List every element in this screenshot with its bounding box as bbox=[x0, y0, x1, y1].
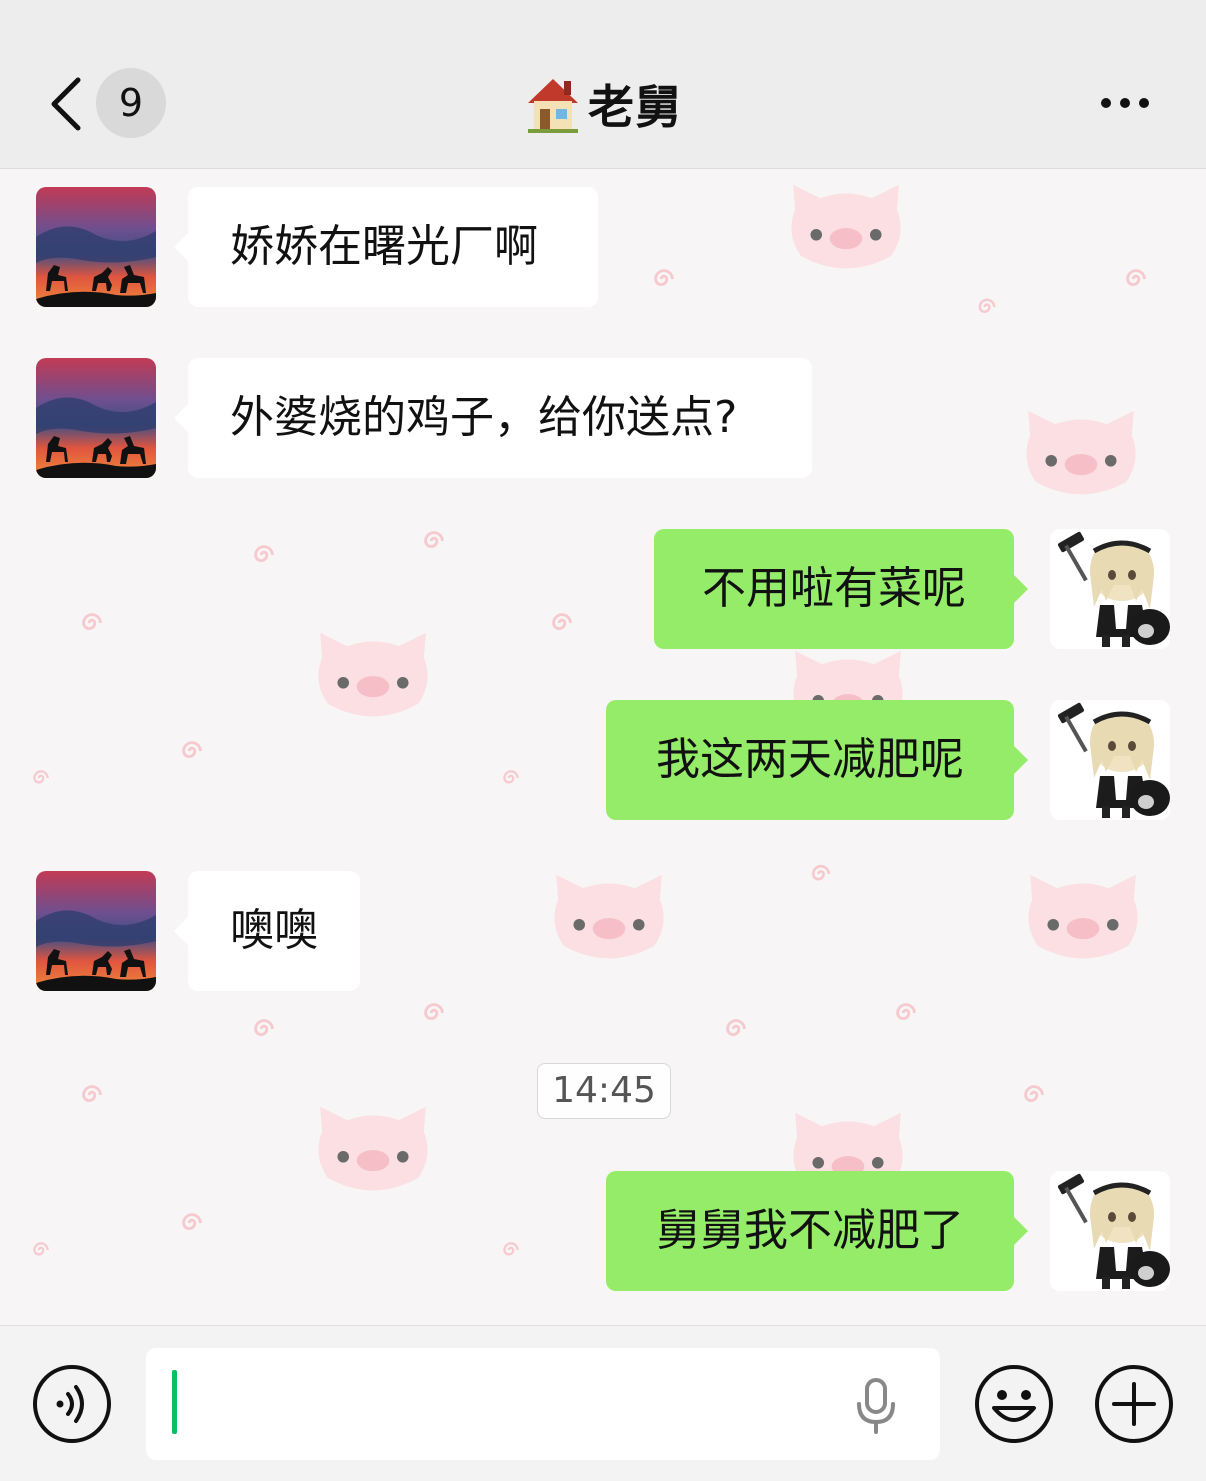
microphone-icon[interactable] bbox=[852, 1378, 900, 1434]
message-input[interactable] bbox=[146, 1348, 940, 1460]
chat-header: 9 老舅 bbox=[0, 0, 1206, 169]
message-bubble-outgoing[interactable]: 舅舅我不减肥了 bbox=[606, 1171, 1028, 1291]
contact-avatar[interactable] bbox=[36, 187, 156, 307]
message-bubble-incoming[interactable]: 噢噢 bbox=[174, 871, 360, 991]
chat-screen: 9 老舅 娇娇在曙光厂啊 外婆烧的鸡子，给你送点? 不用啦有菜呢 我这两天减肥呢… bbox=[0, 0, 1206, 1481]
my-avatar[interactable] bbox=[1050, 700, 1170, 820]
contact-avatar[interactable] bbox=[36, 358, 156, 478]
more-dots-icon[interactable] bbox=[1090, 82, 1160, 124]
message-bubble-outgoing[interactable]: 不用啦有菜呢 bbox=[654, 529, 1028, 649]
plus-circle-icon[interactable] bbox=[1094, 1364, 1174, 1444]
message-timestamp: 14:45 bbox=[537, 1063, 671, 1119]
input-bar bbox=[0, 1325, 1206, 1481]
chat-title: 老舅 bbox=[0, 68, 1206, 140]
chat-title-text: 老舅 bbox=[588, 80, 682, 134]
message-list[interactable]: 娇娇在曙光厂啊 外婆烧的鸡子，给你送点? 不用啦有菜呢 我这两天减肥呢 噢噢 1… bbox=[0, 169, 1206, 1325]
message-bubble-incoming[interactable]: 娇娇在曙光厂啊 bbox=[174, 187, 598, 307]
contact-avatar[interactable] bbox=[36, 871, 156, 991]
house-emoji-icon bbox=[528, 79, 578, 133]
message-bubble-outgoing[interactable]: 我这两天减肥呢 bbox=[606, 700, 1028, 820]
voice-mode-icon[interactable] bbox=[32, 1364, 112, 1444]
emoji-smile-icon[interactable] bbox=[974, 1364, 1054, 1444]
my-avatar[interactable] bbox=[1050, 529, 1170, 649]
message-bubble-incoming[interactable]: 外婆烧的鸡子，给你送点? bbox=[174, 358, 812, 478]
my-avatar[interactable] bbox=[1050, 1171, 1170, 1291]
text-caret bbox=[172, 1370, 177, 1434]
